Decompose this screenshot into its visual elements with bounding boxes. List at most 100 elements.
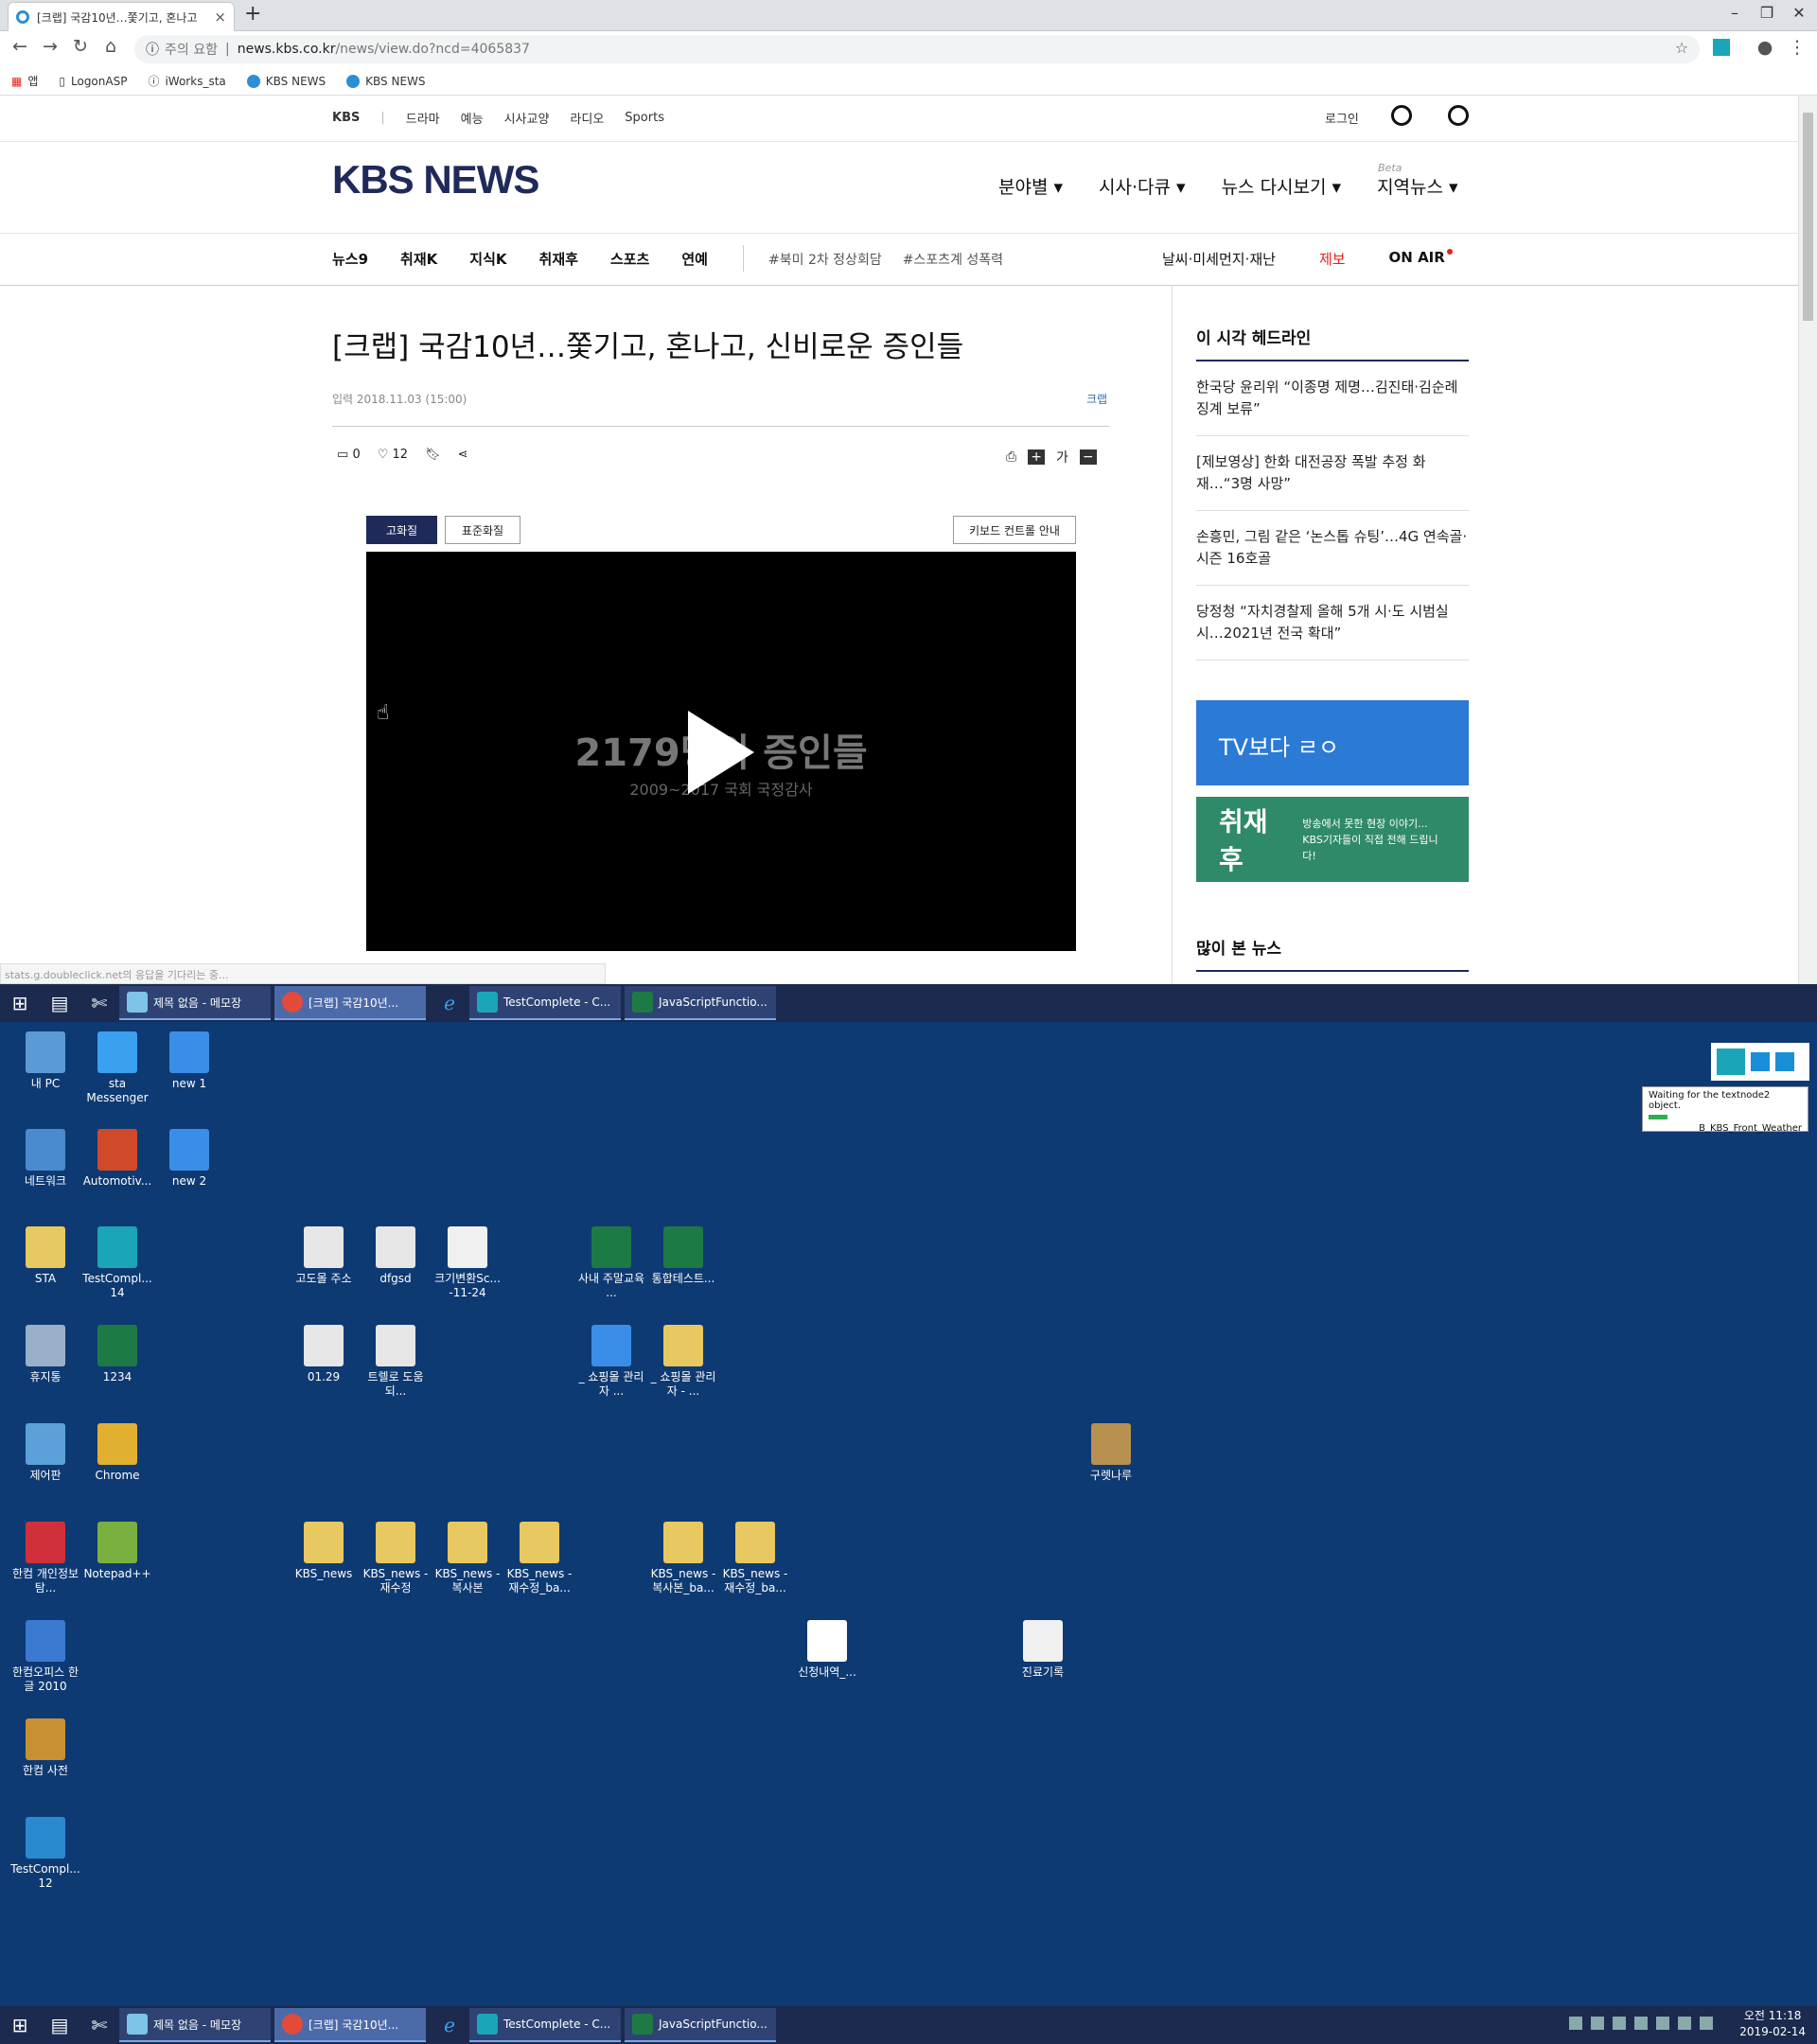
network-icon[interactable] xyxy=(1678,2017,1691,2030)
taskbar-notepad[interactable]: 제목 없음 - 메모장 xyxy=(119,986,271,1020)
tray-icon[interactable] xyxy=(1569,2017,1582,2030)
font-minus-icon[interactable]: − xyxy=(1079,449,1097,465)
internet-explorer-icon[interactable]: ℯ xyxy=(430,984,469,1022)
desktop-icon[interactable]: Chrome xyxy=(81,1423,153,1483)
pause-icon[interactable] xyxy=(1751,1052,1770,1071)
subnav-chwijaehu[interactable]: 취재후 xyxy=(539,249,578,269)
subnav-chwijae-k[interactable]: 취재K xyxy=(400,249,437,269)
taskbar-testcomplete[interactable]: TestComplete - C... xyxy=(469,2008,621,2042)
video-player[interactable]: 2179명의 증인들 2009~2017 국회 국정감사 xyxy=(366,552,1076,951)
taskbar-chrome[interactable]: [크랩] 국감10년... xyxy=(274,986,426,1020)
bluetooth-icon[interactable] xyxy=(1613,2017,1626,2030)
star-icon[interactable]: ☆ xyxy=(1669,39,1694,57)
desktop-icon[interactable]: 크기변환Sc... -11-24 xyxy=(432,1226,503,1300)
desktop-icon[interactable]: sta Messenger xyxy=(81,1031,153,1105)
desktop-icon[interactable]: 신청내역_... xyxy=(791,1620,863,1680)
desktop-icon[interactable]: KBS_news - 복사본 xyxy=(432,1522,503,1595)
desktop-icon[interactable]: 한컴 사전 xyxy=(9,1718,81,1778)
hashtag-sports-abuse[interactable]: #스포츠계 성폭력 xyxy=(903,250,1003,269)
nav-documentary[interactable]: 시사·다큐 ▾ xyxy=(1099,173,1186,199)
info-icon[interactable]: ⓘ xyxy=(146,40,159,59)
taskbar-chrome[interactable]: [크랩] 국감10년... xyxy=(274,2008,426,2042)
restore-icon[interactable]: ❐ xyxy=(1751,0,1783,25)
search-icon[interactable] xyxy=(1448,105,1469,126)
file-explorer-icon[interactable]: ▤ xyxy=(40,984,79,1022)
font-plus-icon[interactable]: + xyxy=(1028,449,1045,465)
desktop-icon[interactable]: _ 쇼핑몰 관리자 - ... xyxy=(647,1325,719,1399)
desktop-icon[interactable]: KBS_news - 재수정_ba... xyxy=(503,1522,575,1595)
subnav-jisik-k[interactable]: 지식K xyxy=(469,249,506,269)
profile-icon[interactable]: ● xyxy=(1753,37,1777,58)
desktop-icon[interactable]: STA xyxy=(9,1226,81,1286)
headline-item[interactable]: [제보영상] 한화 대전공장 폭발 추정 화재…“3명 사망” xyxy=(1196,436,1469,511)
forward-icon[interactable]: → xyxy=(38,36,62,57)
desktop-icon[interactable]: new 1 xyxy=(153,1031,225,1091)
desktop-icon[interactable]: KBS_news xyxy=(288,1522,360,1581)
desktop-icon[interactable]: 01.29 xyxy=(288,1325,360,1384)
subnav-news9[interactable]: 뉴스9 xyxy=(332,249,368,269)
kbs-news-logo[interactable]: KBS NEWS xyxy=(332,157,539,203)
internet-explorer-icon[interactable]: ℯ xyxy=(430,2006,469,2044)
desktop-icon[interactable]: 내 PC xyxy=(9,1031,81,1091)
gnb-item-entertainment[interactable]: 예능 xyxy=(461,109,484,127)
bookmark-icon[interactable]: 🔖︎ xyxy=(425,448,441,462)
desktop-icon[interactable]: 고도몰 주소 xyxy=(288,1226,360,1286)
close-window-icon[interactable]: ✕ xyxy=(1783,0,1815,25)
scrollbar-thumb[interactable] xyxy=(1803,113,1813,321)
desktop-icon[interactable]: new 2 xyxy=(153,1129,225,1189)
close-tab-icon[interactable]: × xyxy=(214,9,226,26)
taskbar-notepad[interactable]: 제목 없음 - 메모장 xyxy=(119,2008,271,2042)
hq-button[interactable]: 고화질 xyxy=(366,516,437,544)
play-icon[interactable] xyxy=(688,711,754,794)
desktop-icon[interactable]: 사내 주말교육 ... xyxy=(575,1226,647,1300)
gnb-item-current-affairs[interactable]: 시사교양 xyxy=(504,109,550,127)
tray-icon[interactable] xyxy=(1591,2017,1604,2030)
onair-link[interactable]: ON AIR xyxy=(1389,249,1453,269)
windows-start-icon[interactable]: ⊞ xyxy=(0,984,40,1022)
desktop-icon[interactable]: dfgsd xyxy=(360,1226,432,1286)
desktop-icon[interactable]: 한컴 개인정보탐... xyxy=(9,1522,81,1595)
taskbar-excel[interactable]: JavaScriptFunctio... xyxy=(625,2008,776,2042)
print-icon[interactable]: ⎙ xyxy=(1006,449,1016,465)
headline-item[interactable]: 당정청 “자치경찰제 올해 5개 시·도 시범실시…2021년 전국 확대” xyxy=(1196,586,1469,661)
desktop-icon[interactable]: 진료기록 xyxy=(1007,1620,1079,1680)
desktop-icon[interactable]: 통합테스트... xyxy=(647,1226,719,1286)
windows-start-icon[interactable]: ⊞ xyxy=(0,2006,40,2044)
menu-icon[interactable]: ⋮ xyxy=(1785,37,1809,58)
address-bar[interactable]: ⓘ 주의 요함 | news.kbs.co.kr/news/view.do?nc… xyxy=(134,35,1700,63)
comment-button[interactable]: ▭ 0 xyxy=(337,448,361,462)
desktop-icon[interactable]: 제어판 xyxy=(9,1423,81,1483)
desktop-icon[interactable]: Notepad++ xyxy=(81,1522,153,1581)
stop-icon[interactable] xyxy=(1775,1052,1794,1071)
reload-icon[interactable]: ↻ xyxy=(68,36,93,57)
file-explorer-icon[interactable]: ▤ xyxy=(40,2006,79,2044)
share-icon[interactable]: ⋖ xyxy=(458,448,468,462)
desktop-icon[interactable]: 트렐로 도움되... xyxy=(360,1325,432,1399)
subnav-entertainment[interactable]: 연예 xyxy=(681,249,708,269)
headline-item[interactable]: 손흥민, 그림 같은 ‘논스톱 슈팅’…4G 연속골·시즌 16호골 xyxy=(1196,511,1469,586)
gnb-item-drama[interactable]: 드라마 xyxy=(406,109,440,127)
tray-icon[interactable] xyxy=(1656,2017,1669,2030)
desktop-icon[interactable]: 구렛나루 xyxy=(1075,1423,1147,1483)
home-icon[interactable]: ⌂ xyxy=(98,36,123,57)
chwijaehu-banner[interactable]: 취재후 방송에서 못한 현장 이야기... KBS기자들이 직접 전해 드립니다! xyxy=(1196,797,1469,882)
tray-icon[interactable] xyxy=(1634,2017,1648,2030)
weather-link[interactable]: 날씨·미세먼지·재난 xyxy=(1162,249,1276,269)
desktop-icon[interactable]: KBS_news - 복사본_ba... xyxy=(647,1522,719,1595)
tip-link[interactable]: 제보 xyxy=(1319,249,1346,269)
nav-replay[interactable]: 뉴스 다시보기 ▾ xyxy=(1222,173,1342,199)
desktop-icon[interactable]: 휴지통 xyxy=(9,1325,81,1384)
volume-icon[interactable] xyxy=(1700,2017,1713,2030)
bookmark-kbs-news-1[interactable]: KBS NEWS xyxy=(246,74,326,88)
taskbar-excel[interactable]: JavaScriptFunctio... xyxy=(625,986,776,1020)
desktop-icon[interactable]: TestCompl... 12 xyxy=(9,1817,81,1891)
tv-banner[interactable]: TV보다 ㄹㅇ xyxy=(1196,700,1469,785)
tool-icon[interactable]: ✄ xyxy=(79,984,119,1022)
desktop-icon[interactable]: KBS_news - 재수정 xyxy=(360,1522,432,1595)
browser-tab[interactable]: [크랩] 국감10년…쫓기고, 혼나고 × xyxy=(8,2,235,31)
desktop-icon[interactable]: Automotiv... xyxy=(81,1129,153,1189)
gnb-item-sports[interactable]: Sports xyxy=(625,111,664,125)
subnav-sports[interactable]: 스포츠 xyxy=(610,249,649,269)
desktop-icon[interactable]: 한컴오피스 한글 2010 xyxy=(9,1620,81,1694)
bookmark-iworks[interactable]: ⓘ iWorks_sta xyxy=(148,73,225,89)
